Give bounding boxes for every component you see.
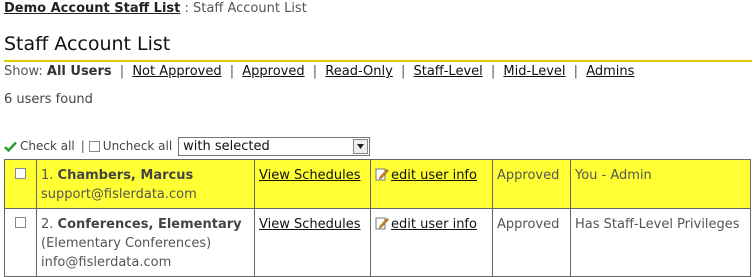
status-cell: Approved — [492, 208, 571, 277]
user-name: Chambers, Marcus — [57, 168, 194, 183]
filter-separator: | — [490, 64, 496, 79]
edit-cell: edit user info — [370, 159, 493, 209]
check-all-label: Check all — [20, 139, 75, 153]
filter-admins[interactable]: Admins — [586, 64, 634, 79]
breadcrumb-separator: : — [184, 1, 189, 16]
bulk-action-select[interactable]: with selected — [178, 136, 371, 156]
uncheck-all-button[interactable]: Uncheck all — [88, 139, 173, 153]
staff-account-table: 1. Chambers, Marcus support@fislerdata.c… — [4, 159, 751, 277]
edit-cell: edit user info — [370, 208, 493, 277]
user-name-cell: 1. Chambers, Marcus support@fislerdata.c… — [36, 159, 255, 209]
filter-separator: | — [400, 64, 406, 79]
user-display-name: (Elementary Conferences) — [41, 236, 212, 251]
schedules-cell: View Schedules — [254, 159, 371, 209]
filter-mid-level[interactable]: Mid-Level — [503, 64, 565, 79]
edit-user-info-link[interactable]: edit user info — [391, 217, 477, 232]
filter-approved[interactable]: Approved — [242, 64, 304, 79]
green-checkmark-icon — [4, 141, 17, 152]
user-email: info@fislerdata.com — [41, 255, 172, 270]
view-schedules-link[interactable]: View Schedules — [259, 217, 361, 232]
triangle-down-icon[interactable] — [353, 138, 369, 154]
uncheck-all-checkbox-icon — [88, 140, 100, 152]
user-email: support@fislerdata.com — [41, 187, 197, 202]
schedules-cell: View Schedules — [254, 208, 371, 277]
breadcrumb-parent-link[interactable]: Demo Account Staff List — [4, 1, 180, 16]
bulk-action-select-value: with selected — [183, 138, 270, 154]
check-all-button[interactable]: Check all — [4, 139, 75, 153]
filter-separator: | — [312, 64, 318, 79]
user-name: Conferences, Elementary — [57, 217, 242, 232]
page-title: Staff Account List — [4, 33, 171, 55]
row-number: 1. — [41, 168, 54, 183]
row-select-cell — [4, 159, 37, 209]
row-checkbox[interactable] — [15, 217, 26, 228]
filter-separator: | — [119, 64, 125, 79]
role-cell: Has Staff-Level Privileges — [570, 208, 751, 277]
user-filter-bar: Show: All Users | Not Approved | Approve… — [4, 64, 634, 79]
table-row: 1. Chambers, Marcus support@fislerdata.c… — [4, 159, 751, 209]
row-number: 2. — [41, 217, 54, 232]
title-underline — [4, 60, 752, 62]
users-found-count: 6 users found — [4, 92, 93, 107]
filter-staff-level[interactable]: Staff-Level — [413, 64, 482, 79]
bulk-actions-bar: Check all | Uncheck all with selected — [4, 135, 371, 157]
role-cell: You - Admin — [570, 159, 751, 209]
row-checkbox[interactable] — [15, 168, 26, 179]
uncheck-all-label: Uncheck all — [102, 139, 173, 153]
breadcrumb: Demo Account Staff List : Staff Account … — [4, 1, 307, 16]
edit-user-info-link[interactable]: edit user info — [391, 168, 477, 183]
filter-label: Show: — [4, 64, 43, 79]
pencil-note-icon — [375, 168, 389, 181]
view-schedules-link[interactable]: View Schedules — [259, 168, 361, 183]
row-select-cell — [4, 208, 37, 277]
filter-separator: | — [573, 64, 579, 79]
filter-read-only[interactable]: Read-Only — [325, 64, 393, 79]
filter-current: All Users — [46, 64, 112, 79]
breadcrumb-current: Staff Account List — [193, 1, 307, 16]
filter-separator: | — [229, 64, 235, 79]
user-name-cell: 2. Conferences, Elementary (Elementary C… — [36, 208, 255, 277]
bulk-divider: | — [80, 139, 85, 153]
filter-not-approved[interactable]: Not Approved — [132, 64, 221, 79]
pencil-note-icon — [375, 217, 389, 230]
status-cell: Approved — [492, 159, 571, 209]
table-row: 2. Conferences, Elementary (Elementary C… — [4, 208, 751, 277]
